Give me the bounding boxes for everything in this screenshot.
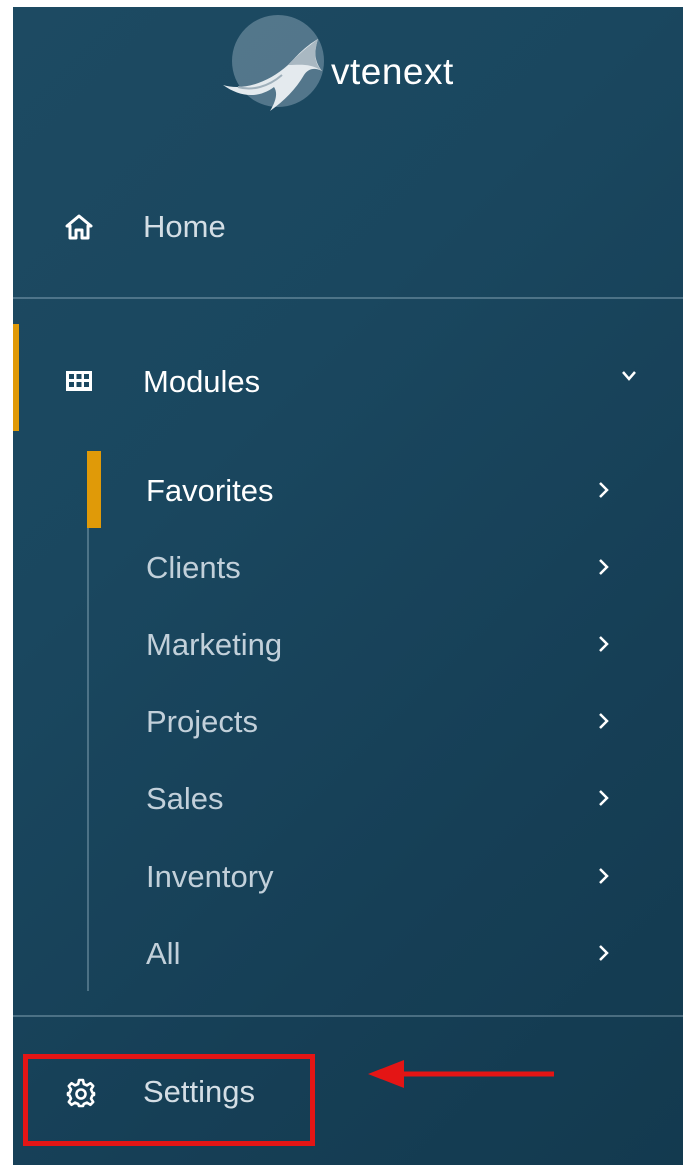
highlight-box bbox=[23, 1054, 315, 1146]
chevron-right-icon bbox=[599, 482, 609, 498]
chevron-right-icon bbox=[599, 868, 609, 884]
sidebar-item-label: Clients bbox=[146, 550, 241, 585]
home-icon bbox=[65, 214, 93, 240]
chevron-down-icon[interactable] bbox=[621, 370, 637, 382]
sidebar-item-label: Marketing bbox=[146, 627, 283, 662]
divider bbox=[13, 297, 683, 299]
sidebar-item-sales[interactable]: Sales bbox=[13, 767, 683, 827]
sidebar-item-home[interactable]: Home bbox=[13, 197, 683, 257]
sidebar-item-projects[interactable]: Projects bbox=[13, 690, 683, 750]
chevron-right-icon bbox=[599, 945, 609, 961]
sidebar: vtenext Home Modules Favorites Clients M… bbox=[13, 7, 683, 1165]
sidebar-item-label: Sales bbox=[146, 781, 224, 816]
sidebar-item-label: Projects bbox=[146, 704, 258, 739]
sidebar-item-label: Inventory bbox=[146, 859, 274, 894]
sidebar-item-marketing[interactable]: Marketing bbox=[13, 613, 683, 673]
sidebar-item-label: Modules bbox=[143, 364, 261, 399]
sidebar-item-all[interactable]: All bbox=[13, 922, 683, 982]
arrow-left-icon bbox=[368, 1060, 554, 1088]
sidebar-item-label: Favorites bbox=[146, 473, 274, 508]
shark-logo-icon bbox=[223, 15, 324, 111]
chevron-right-icon bbox=[599, 790, 609, 806]
brand-logo[interactable]: vtenext bbox=[218, 13, 498, 123]
chevron-right-icon bbox=[599, 636, 609, 652]
divider bbox=[13, 1015, 683, 1017]
sidebar-item-clients[interactable]: Clients bbox=[13, 536, 683, 596]
chevron-right-icon bbox=[599, 559, 609, 575]
sidebar-item-label: All bbox=[146, 936, 181, 971]
chevron-right-icon bbox=[599, 713, 609, 729]
sidebar-item-inventory[interactable]: Inventory bbox=[13, 845, 683, 905]
sidebar-item-label: Home bbox=[143, 209, 226, 244]
sidebar-item-favorites[interactable]: Favorites bbox=[13, 459, 683, 519]
brand-name: vtenext bbox=[331, 51, 454, 92]
grid-icon bbox=[66, 371, 92, 391]
sidebar-item-modules[interactable]: Modules bbox=[13, 347, 683, 411]
